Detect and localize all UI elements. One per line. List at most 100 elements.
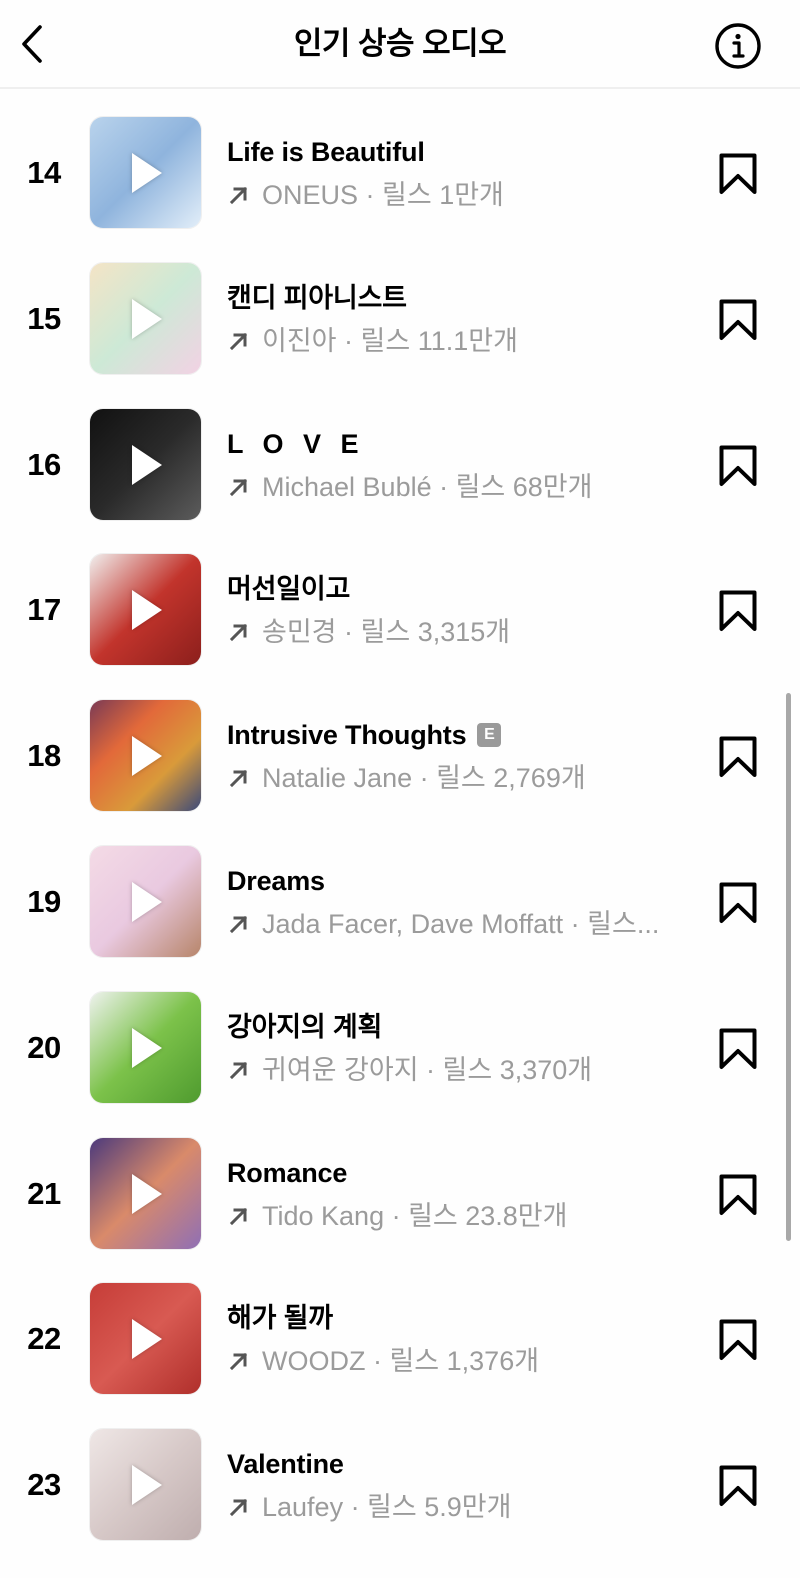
album-art-play-button[interactable] (89, 1136, 202, 1250)
audio-info[interactable]: Dreams Jada Facer, Dave Moffatt · 릴스... (227, 864, 685, 941)
audio-info[interactable]: Intrusive Thoughts E Natalie Jane · 릴스 2… (227, 718, 685, 795)
scrollbar[interactable] (786, 693, 791, 1241)
song-title-text: L O V E (227, 428, 365, 459)
song-title: Dreams (227, 864, 685, 898)
album-art-play-button[interactable] (89, 699, 202, 813)
song-title-text: 해가 될까 (227, 1303, 333, 1334)
song-title: 머선일이고 (227, 572, 685, 606)
rank-number: 18 (27, 738, 61, 774)
audio-info[interactable]: Life is Beautiful ONEUS · 릴스 1만개 (227, 135, 685, 212)
bookmark-icon (719, 153, 757, 194)
audio-info[interactable]: 강아지의 계획 귀여운 강아지 · 릴스 3,370개 (227, 1010, 685, 1087)
arrow-up-right-icon (229, 478, 248, 496)
audio-row[interactable]: 21 Romance Tido Kang · 릴스 23.8만개 (0, 1121, 800, 1267)
bookmark-icon (719, 1465, 757, 1507)
trending-audio-list: 14 Life is Beautiful ONEUS · 릴스 1만개 15 캔… (0, 100, 800, 1558)
audio-row[interactable]: 15 캔디 피아니스트 이진아 · 릴스 11.1만개 (0, 246, 800, 392)
arrow-up-right-icon (229, 1499, 248, 1517)
audio-meta: Jada Facer, Dave Moffatt · 릴스... (227, 907, 685, 941)
bookmark-icon (719, 882, 757, 923)
audio-row[interactable]: 17 머선일이고 송민경 · 릴스 3,315개 (0, 537, 800, 683)
play-icon (132, 590, 162, 631)
album-art-play-button[interactable] (89, 116, 202, 229)
audio-meta: WOODZ · 릴스 1,376개 (227, 1344, 685, 1378)
artist-and-reels-count: WOODZ · 릴스 1,376개 (262, 1346, 540, 1377)
bookmark-icon (719, 445, 757, 486)
song-title-text: Valentine (227, 1449, 344, 1480)
arrow-up-right-icon (229, 332, 248, 350)
song-title-text: Life is Beautiful (227, 137, 425, 167)
song-title: Intrusive Thoughts E (227, 718, 685, 752)
audio-meta: ONEUS · 릴스 1만개 (227, 178, 685, 212)
rank-number: 23 (27, 1467, 61, 1503)
album-art-play-button[interactable] (89, 553, 202, 667)
save-audio-button[interactable] (718, 589, 758, 633)
audio-meta: 귀여운 강아지 · 릴스 3,370개 (227, 1053, 685, 1087)
arrow-up-right-icon (229, 770, 248, 788)
artist-and-reels-count: Natalie Jane · 릴스 2,769개 (262, 763, 586, 794)
album-art-play-button[interactable] (89, 1282, 202, 1396)
album-art-play-button[interactable] (89, 407, 202, 521)
rank-number: 14 (27, 155, 61, 190)
audio-info[interactable]: Romance Tido Kang · 릴스 23.8만개 (227, 1156, 685, 1233)
arrow-up-right-icon (229, 624, 248, 642)
album-art-play-button[interactable] (89, 844, 202, 958)
audio-row[interactable]: 20 강아지의 계획 귀여운 강아지 · 릴스 3,370개 (0, 975, 800, 1121)
audio-meta: Laufey · 릴스 5.9만개 (227, 1490, 685, 1524)
play-icon (132, 1465, 162, 1506)
audio-row[interactable]: 22 해가 될까 WOODZ · 릴스 1,376개 (0, 1266, 800, 1412)
save-audio-button[interactable] (718, 881, 758, 925)
song-title: Life is Beautiful (227, 135, 685, 169)
save-audio-button[interactable] (718, 735, 758, 779)
album-art-play-button[interactable] (89, 1428, 202, 1542)
song-title-text: 강아지의 계획 (227, 1011, 383, 1042)
save-audio-button[interactable] (718, 1318, 758, 1362)
song-title: 해가 될까 (227, 1301, 685, 1335)
rank-number: 16 (27, 446, 61, 482)
audio-row[interactable]: 19 Dreams Jada Facer, Dave Moffatt · 릴스.… (0, 829, 800, 975)
page-title: 인기 상승 오디오 (293, 26, 507, 61)
save-audio-button[interactable] (718, 1173, 758, 1217)
info-button[interactable] (714, 22, 762, 70)
info-circle-icon (715, 23, 761, 69)
save-audio-button[interactable] (718, 1027, 758, 1071)
audio-info[interactable]: Valentine Laufey · 릴스 5.9만개 (227, 1447, 685, 1524)
song-title: 강아지의 계획 (227, 1010, 685, 1044)
play-icon (132, 444, 162, 485)
rank-number: 15 (27, 300, 61, 336)
save-audio-button[interactable] (718, 298, 758, 342)
artist-and-reels-count: Tido Kang · 릴스 23.8만개 (262, 1200, 568, 1231)
audio-row[interactable]: 23 Valentine Laufey · 릴스 5.9만개 (0, 1412, 800, 1558)
audio-meta: Tido Kang · 릴스 23.8만개 (227, 1199, 685, 1233)
artist-and-reels-count: ONEUS · 릴스 1만개 (262, 180, 504, 210)
audio-row[interactable]: 14 Life is Beautiful ONEUS · 릴스 1만개 (0, 100, 800, 246)
audio-info[interactable]: 머선일이고 송민경 · 릴스 3,315개 (227, 572, 685, 649)
audio-info[interactable]: 해가 될까 WOODZ · 릴스 1,376개 (227, 1301, 685, 1378)
audio-meta: Natalie Jane · 릴스 2,769개 (227, 761, 685, 795)
explicit-badge: E (477, 723, 502, 748)
arrow-up-right-icon (229, 186, 248, 205)
audio-info[interactable]: L O V E Michael Bublé · 릴스 68만개 (227, 427, 685, 504)
artist-and-reels-count: Laufey · 릴스 5.9만개 (262, 1492, 512, 1523)
arrow-up-right-icon (229, 1353, 248, 1371)
arrow-up-right-icon (229, 1061, 248, 1079)
song-title: Romance (227, 1156, 685, 1190)
save-audio-button[interactable] (718, 444, 758, 488)
song-title: 캔디 피아니스트 (227, 281, 685, 315)
audio-row[interactable]: 16 L O V E Michael Bublé · 릴스 68만개 (0, 392, 800, 538)
play-icon (132, 1319, 162, 1360)
album-art-play-button[interactable] (89, 990, 202, 1104)
song-title-text: 캔디 피아니스트 (227, 282, 407, 313)
audio-row[interactable]: 18 Intrusive Thoughts E Natalie Jane · 릴… (0, 683, 800, 829)
artist-and-reels-count: 귀여운 강아지 · 릴스 3,370개 (262, 1054, 593, 1085)
save-audio-button[interactable] (718, 1464, 758, 1508)
play-icon (132, 1027, 162, 1068)
save-audio-button[interactable] (718, 152, 758, 196)
top-bar: 인기 상승 오디오 (0, 0, 800, 89)
audio-info[interactable]: 캔디 피아니스트 이진아 · 릴스 11.1만개 (227, 281, 685, 358)
play-icon (132, 298, 162, 339)
rank-number: 21 (27, 1175, 61, 1211)
bookmark-icon (719, 1028, 757, 1069)
play-icon (132, 1173, 162, 1214)
album-art-play-button[interactable] (89, 261, 202, 375)
